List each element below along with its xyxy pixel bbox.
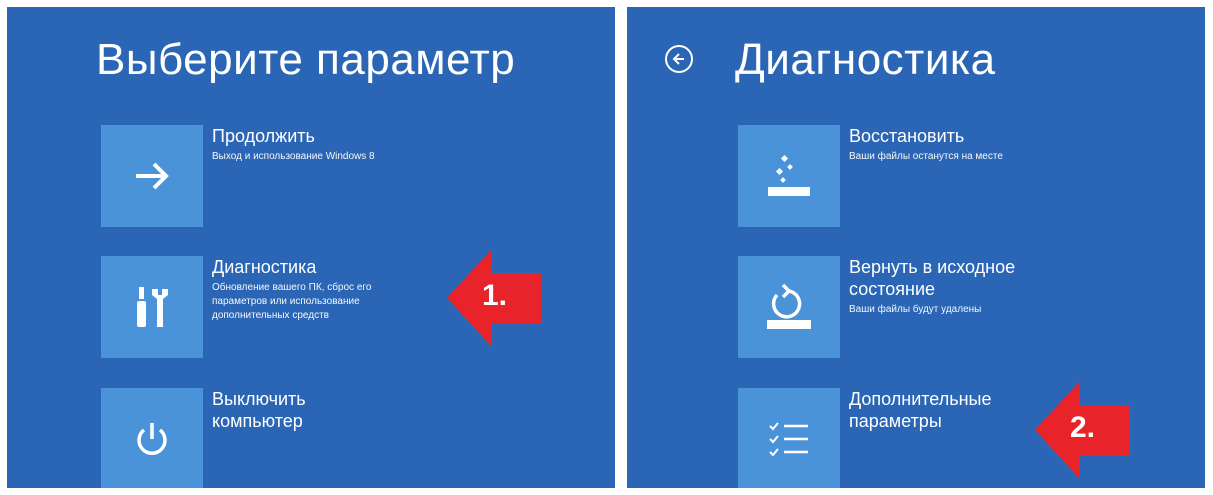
- arrow-right-icon: [136, 162, 169, 190]
- shutdown-option[interactable]: Выключить компьютер: [101, 388, 471, 488]
- option-title: Восстановить: [849, 126, 965, 146]
- option-description: Обновление вашего ПК, сброс его параметр…: [212, 282, 372, 321]
- page-title: Диагностика: [735, 35, 996, 84]
- power-icon: [137, 423, 167, 455]
- step-2-label: 2.: [1069, 411, 1096, 444]
- step-1-label: 1.: [481, 279, 508, 312]
- diagnostics-tile[interactable]: [101, 256, 203, 358]
- reset-tile[interactable]: [738, 256, 840, 358]
- option-title: Вернуть в исходное состояние: [849, 257, 1016, 299]
- continue-option[interactable]: Продолжить Выход и использование Windows…: [101, 125, 471, 227]
- back-arrow-icon: [672, 53, 684, 65]
- choose-option-panel: Выберите параметр Продолжить Выход и исп…: [7, 7, 615, 488]
- diagnostics-option[interactable]: Диагностика Обновление вашего ПК, сброс …: [101, 256, 471, 358]
- refresh-icon: [768, 154, 810, 196]
- option-description: Ваши файлы будут удалены: [849, 304, 982, 315]
- tools-icon: [137, 287, 168, 327]
- continue-tile[interactable]: [101, 125, 203, 227]
- back-button[interactable]: [665, 45, 693, 73]
- checklist-icon: [769, 422, 808, 457]
- refresh-tile[interactable]: [738, 125, 840, 227]
- page-title: Выберите параметр: [96, 35, 516, 84]
- advanced-options-tile[interactable]: [738, 388, 840, 488]
- option-description: Ваши файлы останутся на месте: [849, 151, 1003, 162]
- option-title: Выключить компьютер: [212, 389, 306, 431]
- refresh-option[interactable]: Восстановить Ваши файлы останутся на мес…: [738, 125, 1108, 227]
- option-description: Выход и использование Windows 8: [212, 151, 375, 162]
- troubleshoot-panel: Диагностика Восстановить Ваши файлы оста…: [627, 7, 1205, 488]
- step-1-arrow: 1.: [447, 249, 542, 347]
- step-2-arrow: 2.: [1035, 381, 1130, 479]
- reset-icon: [767, 283, 811, 329]
- option-title: Диагностика: [212, 257, 317, 277]
- reset-option[interactable]: Вернуть в исходное состояние Ваши файлы …: [738, 256, 1108, 358]
- option-title: Продолжить: [212, 126, 315, 146]
- shutdown-tile[interactable]: [101, 388, 203, 488]
